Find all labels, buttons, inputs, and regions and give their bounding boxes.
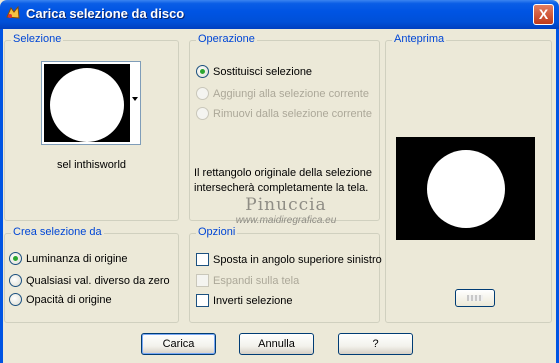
radio-button[interactable] xyxy=(196,107,209,120)
radio-button[interactable] xyxy=(196,87,209,100)
checkbox-espandi[interactable]: Espandi sulla tela xyxy=(196,274,299,287)
watermark-name: Pinuccia xyxy=(245,195,327,215)
checkbox-label: Espandi sulla tela xyxy=(213,274,300,287)
radio-qualsiasi[interactable]: Qualsiasi val. diverso da zero xyxy=(9,274,170,287)
selection-picker[interactable] xyxy=(41,61,141,145)
help-button[interactable]: ? xyxy=(338,333,413,355)
radio-label: Aggiungi alla selezione corrente xyxy=(213,87,369,100)
operazione-legend: Operazione xyxy=(196,33,257,45)
radio-label: Qualsiasi val. diverso da zero xyxy=(26,274,170,287)
watermark-url: www.maidiregrafica.eu xyxy=(235,215,337,226)
preview-circle xyxy=(427,150,505,228)
checkbox-label: Inverti selezione xyxy=(213,294,293,307)
radio-luminanza[interactable]: Luminanza di origine xyxy=(9,252,128,265)
checkbox-inverti[interactable]: Inverti selezione xyxy=(196,294,293,307)
close-button[interactable]: X xyxy=(533,4,554,25)
selezione-group: Selezione sel inthisworld xyxy=(4,33,179,221)
preview-image xyxy=(396,137,535,240)
selezione-legend: Selezione xyxy=(11,33,64,45)
selection-file-name: sel inthisworld xyxy=(56,159,127,171)
annulla-button[interactable]: Annulla xyxy=(239,333,314,355)
radio-label: Rimuovi dalla selezione corrente xyxy=(213,107,372,120)
watermark: Pinuccia www.maidiregrafica.eu xyxy=(211,195,361,226)
radio-label: Sostituisci selezione xyxy=(213,65,313,78)
checkbox-sposta[interactable]: Sposta in angolo superiore sinistro xyxy=(196,253,382,266)
anteprima-legend: Anteprima xyxy=(392,33,447,45)
crea-selezione-group: Crea selezione da Luminanza di origine Q… xyxy=(4,226,179,323)
crea-legend: Crea selezione da xyxy=(11,226,104,238)
radio-rimuovi[interactable]: Rimuovi dalla selezione corrente xyxy=(196,107,372,120)
radio-aggiungi[interactable]: Aggiungi alla selezione corrente xyxy=(196,87,369,100)
radio-button[interactable] xyxy=(196,65,209,78)
opzioni-legend: Opzioni xyxy=(196,226,238,238)
radio-opacita[interactable]: Opacità di origine xyxy=(9,293,112,306)
chevron-down-icon[interactable] xyxy=(132,97,138,101)
radio-sostituisci[interactable]: Sostituisci selezione xyxy=(196,65,312,78)
app-icon xyxy=(6,5,20,19)
checkbox-label: Sposta in angolo superiore sinistro xyxy=(213,253,382,266)
radio-button[interactable] xyxy=(9,293,22,306)
window-title: Carica selezione da disco xyxy=(26,6,185,21)
thumbnail-circle xyxy=(50,68,124,142)
radio-button[interactable] xyxy=(9,252,22,265)
checkbox[interactable] xyxy=(196,294,209,307)
selection-thumbnail xyxy=(44,64,130,142)
carica-button[interactable]: Carica xyxy=(141,333,216,355)
radio-label: Luminanza di origine xyxy=(26,252,128,265)
opzioni-group: Opzioni Sposta in angolo superiore sinis… xyxy=(189,226,382,323)
window-frame-left xyxy=(0,29,3,363)
radio-button[interactable] xyxy=(9,274,22,287)
title-bar: Carica selezione da disco X xyxy=(0,0,559,29)
checkbox[interactable] xyxy=(196,274,209,287)
operazione-group: Operazione Sostituisci selezione Aggiung… xyxy=(189,33,380,221)
radio-label: Opacità di origine xyxy=(26,293,112,306)
operation-info-text: Il rettangolo originale della selezione … xyxy=(194,167,372,194)
checker-icon xyxy=(467,295,483,301)
preview-toggle-button[interactable] xyxy=(455,289,495,307)
anteprima-group: Anteprima xyxy=(385,33,552,323)
checkbox[interactable] xyxy=(196,253,209,266)
